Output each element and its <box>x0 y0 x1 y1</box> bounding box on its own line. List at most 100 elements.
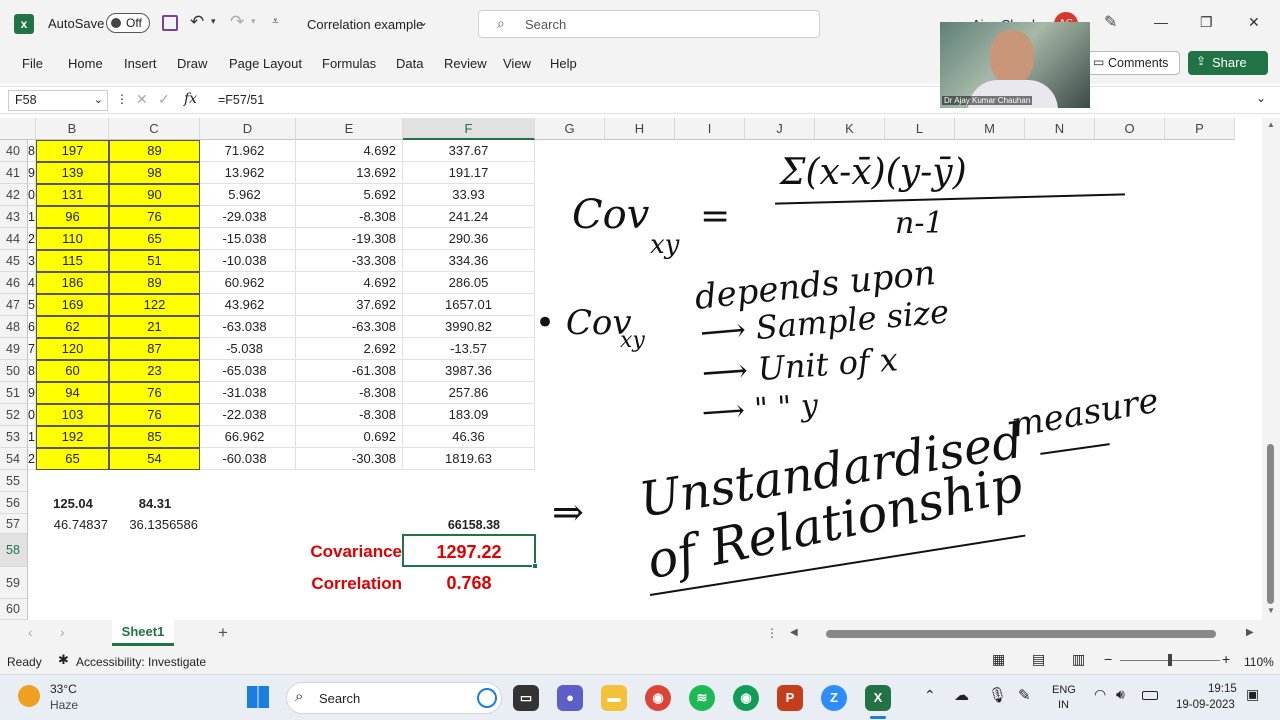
zoom-slider-thumb[interactable] <box>1168 654 1172 666</box>
file-explorer-icon[interactable]: ▬ <box>601 685 627 711</box>
menu-help[interactable]: Help <box>550 56 577 71</box>
pen-icon[interactable]: ✎ <box>1104 12 1117 32</box>
menu-view[interactable]: View <box>503 56 531 71</box>
cancel-icon[interactable]: ✕ <box>136 91 148 108</box>
horizontal-scroll-thumb[interactable] <box>826 630 1216 638</box>
zoom-in-icon[interactable]: + <box>1222 651 1230 667</box>
language-line2[interactable]: IN <box>1058 699 1069 711</box>
scroll-right-icon[interactable]: ▶ <box>1246 627 1254 638</box>
add-sheet-icon[interactable]: + <box>218 623 228 643</box>
zoom-level[interactable]: 110% <box>1244 655 1274 669</box>
scroll-left-icon[interactable]: ◀ <box>790 627 798 638</box>
menu-formulas[interactable]: Formulas <box>322 56 376 71</box>
teams-icon[interactable]: ● <box>557 685 583 711</box>
measure-word: measure <box>1008 380 1162 446</box>
title-chevron-down-icon[interactable]: ⌄ <box>418 15 428 29</box>
customize-qat-icon[interactable]: ⩡ <box>272 14 279 29</box>
scroll-up-icon[interactable]: ▲ <box>1267 120 1275 129</box>
onedrive-icon[interactable]: ☁ <box>954 686 969 704</box>
menu-file[interactable]: File <box>22 56 43 71</box>
share-icon: ⇪ <box>1196 54 1207 68</box>
weather-temp[interactable]: 33°C <box>50 682 77 696</box>
comment-icon: ▭ <box>1093 55 1105 69</box>
undo-dropdown-icon[interactable]: ▾ <box>211 16 216 27</box>
pen-menu-icon[interactable]: ✎ <box>1018 686 1031 704</box>
formula-denominator: n-1 <box>895 206 944 241</box>
normal-view-icon[interactable]: ▦ <box>992 651 1005 668</box>
more-options-icon[interactable]: ⋮ <box>116 92 128 106</box>
accessibility-icon[interactable]: ✱ <box>58 652 69 668</box>
task-view-icon[interactable]: ▭ <box>513 685 539 711</box>
scroll-down-icon[interactable]: ▼ <box>1267 606 1275 615</box>
search-box[interactable]: ⌕ Search <box>478 10 820 38</box>
share-label: Share <box>1212 55 1247 70</box>
insert-function-icon[interactable]: fx <box>184 91 197 107</box>
spotify-icon[interactable]: ≋ <box>689 685 715 711</box>
zoom-out-icon[interactable]: − <box>1104 651 1112 667</box>
menu-page-layout[interactable]: Page Layout <box>229 56 302 71</box>
bing-icon <box>477 688 497 708</box>
minimize-icon[interactable]: — <box>1154 14 1168 30</box>
comments-label: Comments <box>1108 56 1169 70</box>
language-line1[interactable]: ENG <box>1052 684 1076 696</box>
fraction-bar <box>775 193 1125 205</box>
taskbar-search[interactable]: ⌕ Search <box>286 682 502 714</box>
save-icon[interactable] <box>162 15 178 31</box>
page-layout-view-icon[interactable]: ▤ <box>1032 651 1045 668</box>
battery-icon[interactable] <box>1142 691 1158 700</box>
formula-numerator: Σ(x-x̄)(y-ȳ) <box>780 152 967 193</box>
name-box[interactable]: F58 ⌄ <box>8 90 108 111</box>
page-break-view-icon[interactable]: ▥ <box>1072 651 1085 668</box>
depends-line-a: • Cov <box>535 303 632 343</box>
volume-icon[interactable]: 🔊︎ <box>1116 686 1125 703</box>
show-hidden-icons[interactable]: ⌃ <box>924 687 936 704</box>
expand-formula-icon[interactable]: ⌄ <box>1256 91 1266 105</box>
next-sheet-icon[interactable]: › <box>60 624 65 640</box>
vertical-scroll-thumb[interactable] <box>1267 444 1274 604</box>
taskbar-search-icon: ⌕ <box>295 688 304 705</box>
weather-icon[interactable] <box>18 685 40 707</box>
tab-sheet1[interactable]: Sheet1 <box>112 620 174 646</box>
implies-arrow: ⇒ <box>552 490 584 534</box>
undo-icon[interactable]: ↶ <box>190 12 204 32</box>
wifi-icon[interactable]: ◠ <box>1094 686 1106 703</box>
formula-input[interactable]: =F57/51 <box>218 93 264 107</box>
notification-icon[interactable]: ▣ <box>1246 686 1259 703</box>
tab-splitter-icon[interactable]: ⋮ <box>766 626 778 640</box>
unit-of-y-line: ⟶ " " y <box>700 387 820 431</box>
chrome-icon[interactable]: ◉ <box>645 685 671 711</box>
weather-desc[interactable]: Haze <box>50 698 78 712</box>
accessibility-status[interactable]: Accessibility: Investigate <box>76 655 206 669</box>
document-title[interactable]: Correlation example <box>307 17 423 32</box>
autosave-toggle[interactable]: Off <box>106 13 150 33</box>
close-icon[interactable]: ✕ <box>1248 14 1260 31</box>
clock-time[interactable]: 19:15 <box>1208 683 1237 695</box>
zoom-app-icon[interactable]: Z <box>821 685 847 711</box>
menu-review[interactable]: Review <box>444 56 487 71</box>
menu-insert[interactable]: Insert <box>124 56 157 71</box>
windows-start-icon[interactable] <box>247 686 269 708</box>
prev-sheet-icon[interactable]: ‹ <box>28 624 33 640</box>
cov-sub-hand: xy <box>650 230 680 260</box>
redo-dropdown-icon[interactable]: ▾ <box>251 16 256 27</box>
vertical-scrollbar[interactable]: ▲ ▼ <box>1262 118 1280 620</box>
enter-icon[interactable]: ✓ <box>158 91 170 108</box>
powerpoint-icon[interactable]: P <box>777 685 803 711</box>
spreadsheet-grid[interactable]: B C D E F G H I J K L M N O P 40 8 197 89 71… <box>0 118 1262 620</box>
webcam-overlay: Dr Ajay Kumar Chauhan <box>940 22 1090 108</box>
cov-label-hand: Cov <box>572 192 650 238</box>
ready-status: Ready <box>7 655 42 669</box>
menu-data[interactable]: Data <box>396 56 423 71</box>
clock-date[interactable]: 19-09-2023 <box>1176 699 1235 711</box>
menu-draw[interactable]: Draw <box>177 56 207 71</box>
comments-button[interactable]: ▭ Comments <box>1086 51 1180 75</box>
restore-icon[interactable]: ❐ <box>1200 14 1213 31</box>
share-button[interactable]: ⇪ Share <box>1188 51 1268 75</box>
menu-home[interactable]: Home <box>68 56 103 71</box>
excel-taskbar-icon[interactable]: X <box>865 685 891 711</box>
mic-icon[interactable]: 🎙︎ <box>988 686 1007 704</box>
autosave-label: AutoSave <box>48 16 105 31</box>
redo-icon[interactable]: ↷ <box>230 12 244 32</box>
presenter-face <box>990 30 1034 84</box>
chrome-profile-icon[interactable]: ◉ <box>733 685 759 711</box>
